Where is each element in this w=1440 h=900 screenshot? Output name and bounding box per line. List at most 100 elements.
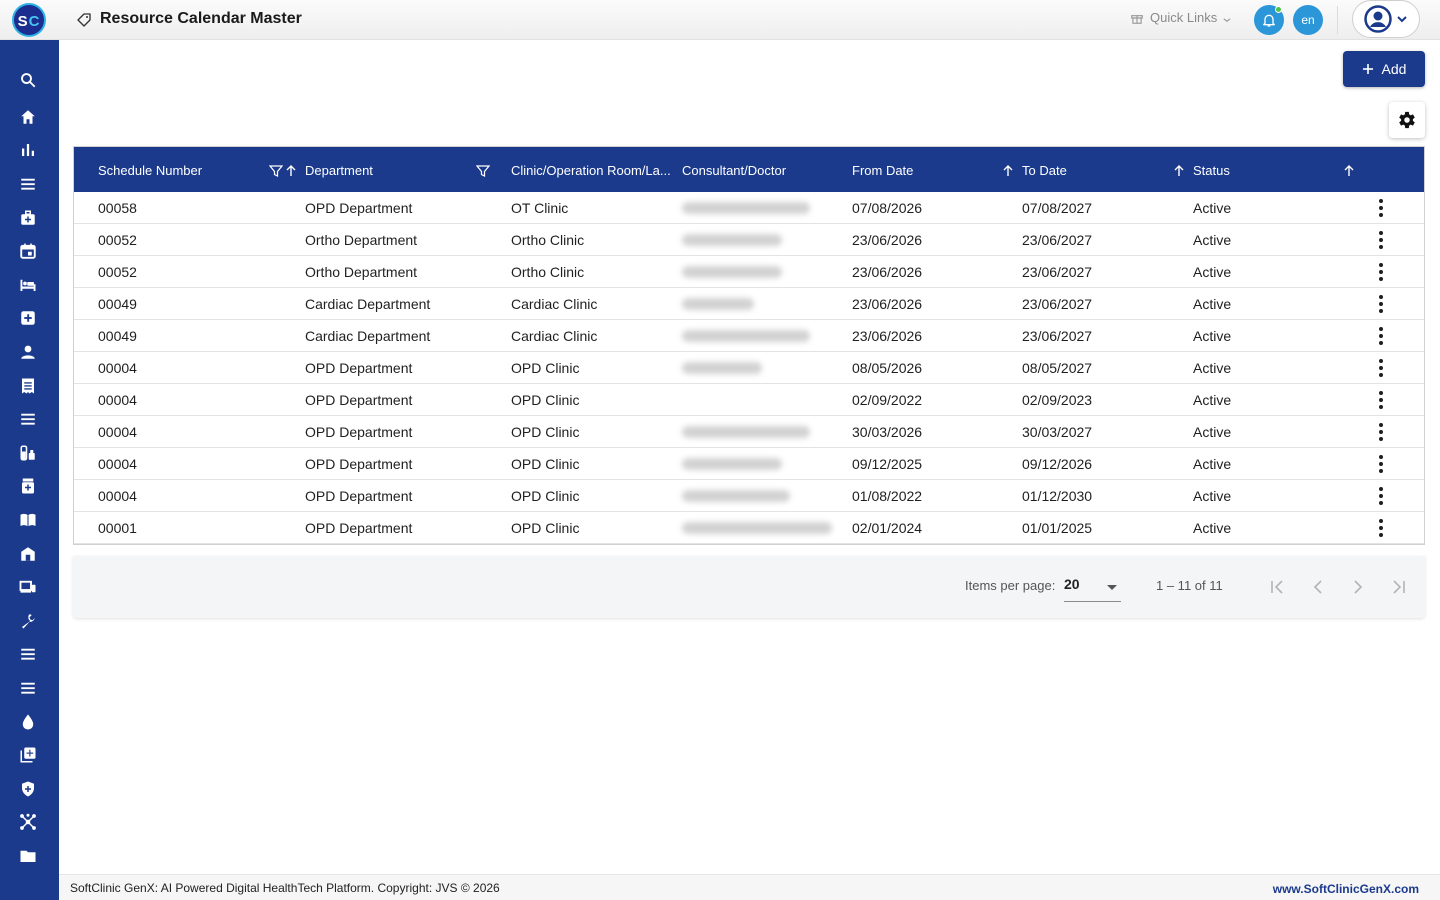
- page-size-select[interactable]: 20: [1064, 572, 1121, 602]
- row-actions-button[interactable]: [1373, 519, 1389, 537]
- sort-arrow-icon[interactable]: [1001, 164, 1015, 178]
- quick-links-button[interactable]: Quick Links: [1130, 10, 1231, 25]
- clinic-cell: OPD Clinic: [511, 456, 580, 472]
- receipt-icon[interactable]: [18, 376, 38, 396]
- clinic-cell: Cardiac Clinic: [511, 296, 598, 312]
- menu-icon-3[interactable]: [18, 678, 38, 698]
- book-icon[interactable]: [18, 510, 38, 530]
- shield-icon[interactable]: [18, 779, 38, 799]
- clinic-cell: OPD Clinic: [511, 520, 580, 536]
- row-actions-button[interactable]: [1373, 263, 1389, 281]
- column-header-consultant[interactable]: Consultant/Doctor: [682, 147, 786, 192]
- status-cell: Active: [1193, 328, 1232, 344]
- avatar-icon: [1364, 5, 1392, 33]
- column-header-status[interactable]: Status: [1193, 147, 1230, 192]
- schedule-number-cell: 00049: [98, 328, 137, 344]
- app-logo[interactable]: SC: [12, 3, 46, 37]
- filter-icon[interactable]: [476, 164, 490, 178]
- row-actions-button[interactable]: [1373, 455, 1389, 473]
- bar-chart-icon[interactable]: [18, 140, 38, 160]
- copyright-text: SoftClinic GenX: AI Powered Digital Heal…: [70, 881, 500, 895]
- table-row[interactable]: 00004 OPD Department OPD Clinic 30/03/20…: [74, 416, 1424, 448]
- clinic-cell: Ortho Clinic: [511, 264, 585, 280]
- row-actions-button[interactable]: [1373, 295, 1389, 313]
- clinic-cell: OPD Clinic: [511, 424, 580, 440]
- table-row[interactable]: 00052 Ortho Department Ortho Clinic 23/0…: [74, 224, 1424, 256]
- table-row[interactable]: 00004 OPD Department OPD Clinic 08/05/20…: [74, 352, 1424, 384]
- row-actions-button[interactable]: [1373, 199, 1389, 217]
- column-header-clinic[interactable]: Clinic/Operation Room/La...: [511, 147, 671, 192]
- consultant-cell-redacted: [682, 298, 754, 310]
- sort-arrow-icon[interactable]: [1172, 164, 1186, 178]
- search-icon[interactable]: [18, 70, 38, 90]
- row-actions-button[interactable]: [1373, 391, 1389, 409]
- from-date-cell: 23/06/2026: [852, 328, 923, 344]
- sort-arrow-icon[interactable]: [284, 164, 298, 178]
- pharmacy-icon[interactable]: [18, 476, 38, 496]
- table-row[interactable]: 00049 Cardiac Department Cardiac Clinic …: [74, 288, 1424, 320]
- menu-icon-2[interactable]: [18, 644, 38, 664]
- consultant-cell-redacted: [682, 202, 810, 214]
- table-row[interactable]: 00004 OPD Department OPD Clinic 09/12/20…: [74, 448, 1424, 480]
- to-date-cell: 23/06/2027: [1022, 264, 1093, 280]
- table-settings-button[interactable]: [1389, 102, 1425, 138]
- status-cell: Active: [1193, 520, 1232, 536]
- medical-bag-icon[interactable]: [18, 208, 38, 228]
- table-row[interactable]: 00004 OPD Department OPD Clinic 01/08/20…: [74, 480, 1424, 512]
- first-page-button[interactable]: [1266, 575, 1290, 599]
- medical-plus-icon[interactable]: [18, 308, 38, 328]
- row-actions-button[interactable]: [1373, 423, 1389, 441]
- previous-page-button[interactable]: [1306, 575, 1330, 599]
- table-row[interactable]: 00049 Cardiac Department Cardiac Clinic …: [74, 320, 1424, 352]
- table-row[interactable]: 00052 Ortho Department Ortho Clinic 23/0…: [74, 256, 1424, 288]
- to-date-cell: 02/09/2023: [1022, 392, 1093, 408]
- user-menu-button[interactable]: [1352, 0, 1420, 38]
- from-date-cell: 09/12/2025: [852, 456, 923, 472]
- department-cell: OPD Department: [305, 488, 413, 504]
- folder-icon[interactable]: [18, 846, 38, 866]
- row-actions-button[interactable]: [1373, 487, 1389, 505]
- column-header-from-date[interactable]: From Date: [852, 147, 913, 192]
- row-actions-button[interactable]: [1373, 327, 1389, 345]
- row-actions-button[interactable]: [1373, 359, 1389, 377]
- home-icon[interactable]: [18, 107, 38, 127]
- add-button[interactable]: Add: [1343, 51, 1425, 87]
- wrench-icon[interactable]: [18, 611, 38, 631]
- menu-icon[interactable]: [18, 174, 38, 194]
- notifications-button[interactable]: [1254, 5, 1284, 35]
- department-cell: Ortho Department: [305, 232, 418, 248]
- schedule-number-cell: 00004: [98, 456, 137, 472]
- add-library-icon[interactable]: [18, 745, 38, 765]
- next-page-button[interactable]: [1346, 575, 1370, 599]
- column-header-department[interactable]: Department: [305, 147, 373, 192]
- column-header-to-date[interactable]: To Date: [1022, 147, 1067, 192]
- devices-icon[interactable]: [18, 577, 38, 597]
- table-row[interactable]: 00001 OPD Department OPD Clinic 02/01/20…: [74, 512, 1424, 544]
- bed-icon[interactable]: [18, 275, 38, 295]
- table-row[interactable]: 00058 OPD Department OT Clinic 07/08/202…: [74, 192, 1424, 224]
- row-actions-button[interactable]: [1373, 231, 1389, 249]
- column-header-schedule-number[interactable]: Schedule Number: [98, 147, 202, 192]
- blood-drop-icon[interactable]: [18, 712, 38, 732]
- status-cell: Active: [1193, 264, 1232, 280]
- list-icon[interactable]: [18, 409, 38, 429]
- table-header: Schedule Number Department Clinic/Operat…: [74, 147, 1424, 192]
- schedule-number-cell: 00001: [98, 520, 137, 536]
- language-button[interactable]: en: [1293, 5, 1323, 35]
- store-icon[interactable]: [18, 544, 38, 564]
- schedule-number-cell: 00052: [98, 232, 137, 248]
- schedule-table: Schedule Number Department Clinic/Operat…: [73, 146, 1425, 545]
- filter-icon[interactable]: [269, 164, 283, 178]
- calendar-icon[interactable]: [18, 241, 38, 261]
- sort-arrow-icon[interactable]: [1342, 164, 1356, 178]
- chevron-down-icon: [1397, 16, 1407, 23]
- network-icon[interactable]: [18, 812, 38, 832]
- from-date-cell: 23/06/2026: [852, 296, 923, 312]
- last-page-button[interactable]: [1386, 575, 1410, 599]
- person-icon[interactable]: [18, 342, 38, 362]
- lab-icon[interactable]: [18, 443, 38, 463]
- website-link[interactable]: www.SoftClinicGenX.com: [1273, 882, 1419, 896]
- table-row[interactable]: 00004 OPD Department OPD Clinic 02/09/20…: [74, 384, 1424, 416]
- status-cell: Active: [1193, 456, 1232, 472]
- department-cell: OPD Department: [305, 200, 413, 216]
